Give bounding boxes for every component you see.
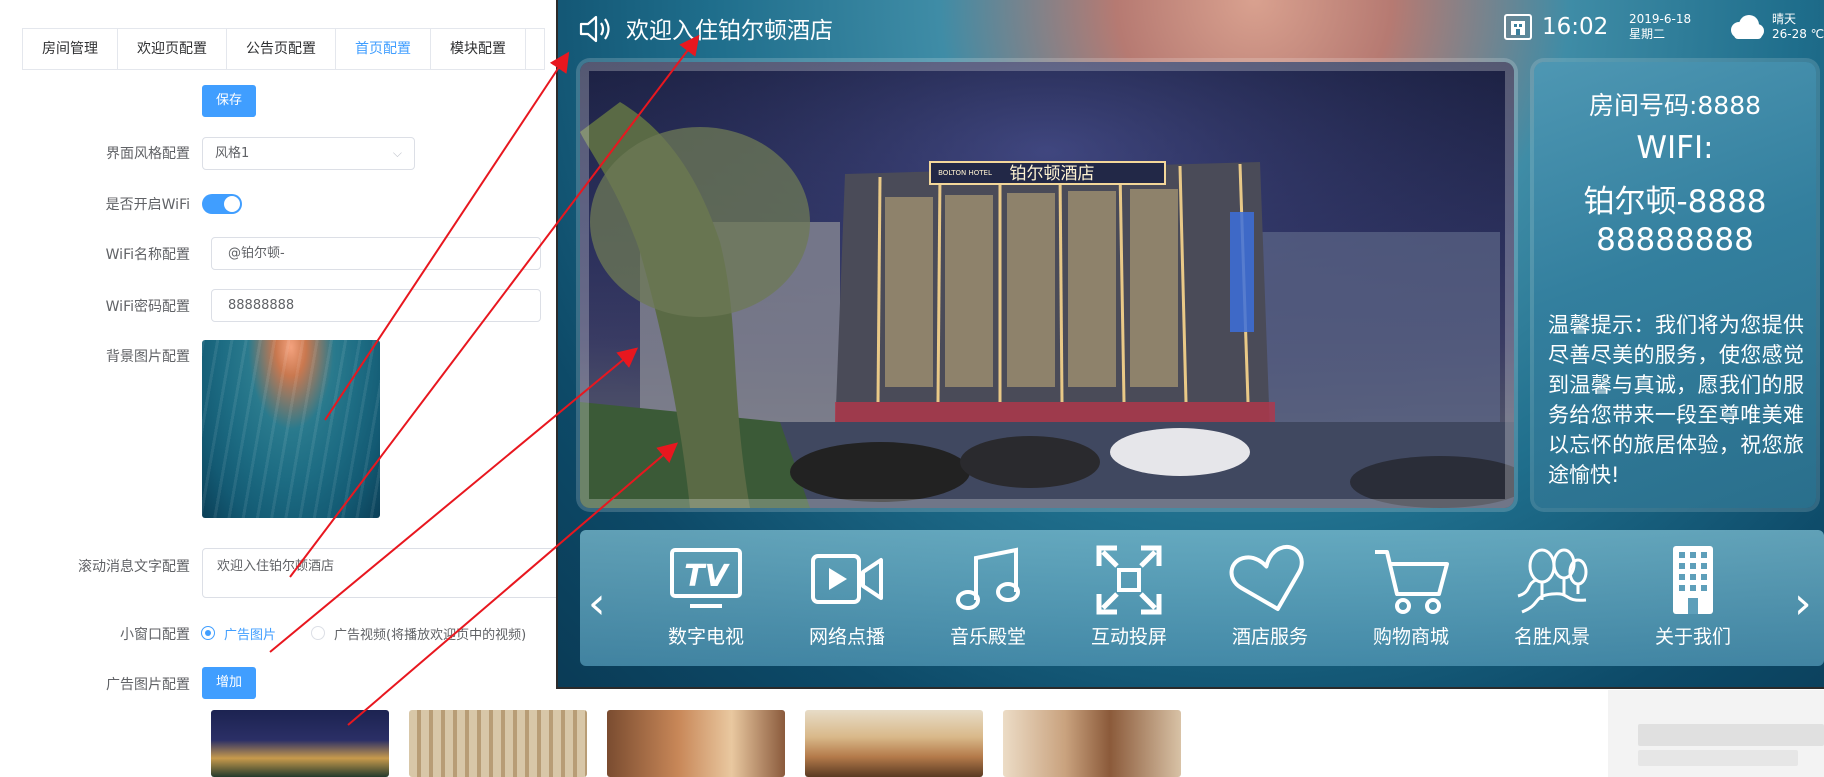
tab-home-config[interactable]: 首页配置 [336,29,431,69]
scroll-message: 欢迎入住铂尔顿酒店 [626,18,833,44]
config-tabs: 房间管理 欢迎页配置 公告页配置 首页配置 模块配置 [22,28,545,70]
tv-status-bar: 欢迎入住铂尔顿酒店 16:02 2019-6-18 星期二 晴天 26-28 ℃ [558,0,1824,56]
temperature: 26-28 ℃ [1772,27,1824,41]
wifi-name-input[interactable]: @铂尔顿- [211,237,541,270]
scroll-message-label: 滚动消息文字配置 [78,559,190,575]
menu-item-shopping[interactable]: 购物商城 [1351,544,1471,649]
menu-item-scenery[interactable]: 名胜风景 [1492,544,1612,649]
music-note-icon [956,547,1020,610]
ad-thumbnail[interactable] [1003,710,1181,777]
wifi-toggle[interactable] [202,194,242,214]
cloud-icon [1731,15,1764,39]
radio-ad-video-label[interactable]: 广告视频(将播放欢迎页中的视频) [334,624,526,643]
clock: 16:02 [1542,14,1609,40]
style-select[interactable]: 风格1 ⌵ [202,137,415,170]
chevron-right-icon[interactable]: › [1794,578,1812,629]
tab-notice-config[interactable]: 公告页配置 [227,29,336,69]
tv-menu-bar: ‹ TV 数字电视 网络点播 音乐殿堂 互动投屏 酒店服务 购物商城 名胜风景 … [580,530,1824,666]
radio-ad-image[interactable] [201,626,215,640]
background-image-thumbnail[interactable] [202,340,380,518]
menu-item-hotel-service[interactable]: 酒店服务 [1210,544,1330,649]
save-button[interactable]: 保存 [202,85,256,117]
menu-label: 音乐殿堂 [949,626,1026,648]
weather-text: 晴天 [1772,12,1797,26]
scenery-icon [1517,548,1588,614]
hotel-sign-en: BOLTON HOTEL [938,169,992,177]
wifi-password: 88888888 [1596,222,1754,258]
room-number: 房间号码:8888 [1588,91,1762,120]
small-window-label: 小窗口配置 [120,627,190,643]
ad-image-label: 广告图片配置 [106,677,190,693]
background-image-label: 背景图片配置 [106,349,190,365]
menu-label: 名胜风景 [1513,626,1590,648]
style-label: 界面风格配置 [106,146,190,162]
menu-label: 网络点播 [808,626,885,648]
heart-icon [1229,544,1304,611]
menu-label: 购物商城 [1372,626,1449,648]
room-info-card: 房间号码:8888 WIFI: 铂尔顿-8888 88888888 温馨提示：我… [1534,62,1816,508]
svg-text:TV: TV [684,559,730,594]
wifi-password-label: WiFi密码配置 [105,299,190,315]
date: 2019-6-18 [1629,12,1692,26]
menu-label: 酒店服务 [1231,626,1308,648]
weather-block: 晴天 26-28 ℃ [1772,12,1824,42]
add-button[interactable]: 增加 [202,667,256,699]
wifi-password-input[interactable]: 88888888 [211,289,541,322]
wifi-name-label: WiFi名称配置 [105,247,190,263]
menu-label: 关于我们 [1654,626,1731,648]
tab-room-management[interactable]: 房间管理 [23,29,118,69]
tv-icon: TV [670,548,742,608]
ad-thumbnail[interactable] [607,710,785,777]
ad-thumbnail[interactable] [805,710,983,777]
tab-module-config[interactable]: 模块配置 [431,29,526,69]
menu-item-about-us[interactable]: 关于我们 [1633,544,1753,649]
chevron-left-icon[interactable]: ‹ [588,578,606,629]
radio-ad-video[interactable] [311,626,325,640]
menu-item-music[interactable]: 音乐殿堂 [928,544,1048,649]
video-camera-icon [811,554,883,604]
blurred-window [1608,690,1824,777]
scroll-message-textarea[interactable]: 欢迎入住铂尔顿酒店 [202,548,562,598]
wifi-toggle-label: 是否开启WiFi [105,197,190,213]
weekday: 星期二 [1629,27,1666,41]
hotel-photo: 铂尔顿酒店 BOLTON HOTEL [580,62,1514,508]
preview-bottom-border [556,687,1824,689]
menu-item-vod[interactable]: 网络点播 [787,544,907,649]
style-select-value: 风格1 [215,146,250,161]
radio-ad-image-label[interactable]: 广告图片 [224,624,276,643]
speaker-icon [579,15,610,43]
date-block: 2019-6-18 星期二 [1629,12,1691,42]
tab-more[interactable] [526,29,544,69]
welcome-tip: 温馨提示：我们将为您提供尽善尽美的服务，使您感觉到温馨与真诚，愿我们的服务给您带… [1548,313,1804,487]
hotel-icon [1504,14,1532,40]
tab-welcome-config[interactable]: 欢迎页配置 [118,29,227,69]
building-icon [1673,546,1713,614]
menu-label: 数字电视 [667,626,744,648]
hotel-sign: 铂尔顿酒店 [1010,164,1095,184]
ad-thumbnail[interactable] [409,710,587,777]
wifi-label: WIFI: [1636,130,1714,166]
shopping-cart-icon [1375,550,1449,614]
menu-item-digital-tv[interactable]: TV 数字电视 [646,544,766,649]
menu-item-screen-cast[interactable]: 互动投屏 [1069,544,1189,649]
wifi-name: 铂尔顿-8888 [1583,184,1767,220]
ad-thumbnail[interactable] [211,710,389,777]
chevron-down-icon: ⌵ [392,146,402,160]
menu-label: 互动投屏 [1090,626,1167,648]
screen-cast-icon [1096,545,1162,615]
tv-home-preview: 欢迎入住铂尔顿酒店 16:02 2019-6-18 星期二 晴天 26-28 ℃ [558,0,1824,688]
